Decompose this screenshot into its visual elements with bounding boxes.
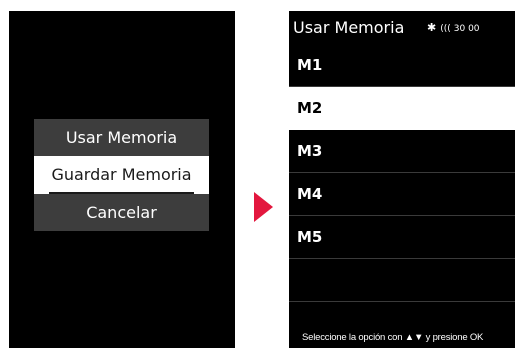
screen-title: Usar Memoria (293, 18, 405, 37)
memory-row-m1[interactable]: M1 (289, 44, 515, 87)
memory-row-m2[interactable]: M2 (289, 87, 515, 130)
memory-row-empty (289, 259, 515, 302)
menu-item-usar-memoria[interactable]: Usar Memoria (34, 119, 209, 156)
screen-header: Usar Memoria ✱(((30 00 (289, 11, 515, 44)
memory-row-m4[interactable]: M4 (289, 173, 515, 216)
signal-icon: ((( (440, 24, 451, 34)
menu-item-guardar-memoria[interactable]: Guardar Memoria (34, 156, 209, 194)
menu-item-cancelar[interactable]: Cancelar (34, 194, 209, 231)
left-device-screen: Usar Memoria Guardar Memoria Cancelar (9, 11, 235, 348)
page: Usar Memoria Guardar Memoria Cancelar Us… (0, 0, 515, 348)
transition-arrow-icon (254, 192, 273, 222)
bluetooth-icon: ✱ (427, 21, 437, 34)
memory-row-m5[interactable]: M5 (289, 216, 515, 259)
memory-row-m3[interactable]: M3 (289, 130, 515, 173)
status-value: 30 00 (453, 24, 480, 34)
memory-popup-menu: Usar Memoria Guardar Memoria Cancelar (34, 119, 209, 231)
footer-hint: Seleccione la opción con ▲▼ y presione O… (302, 332, 484, 343)
right-device-screen: Usar Memoria ✱(((30 00 M1 M2 M3 M4 M5 Se… (289, 11, 515, 348)
status-bar: ✱(((30 00 (427, 11, 480, 46)
